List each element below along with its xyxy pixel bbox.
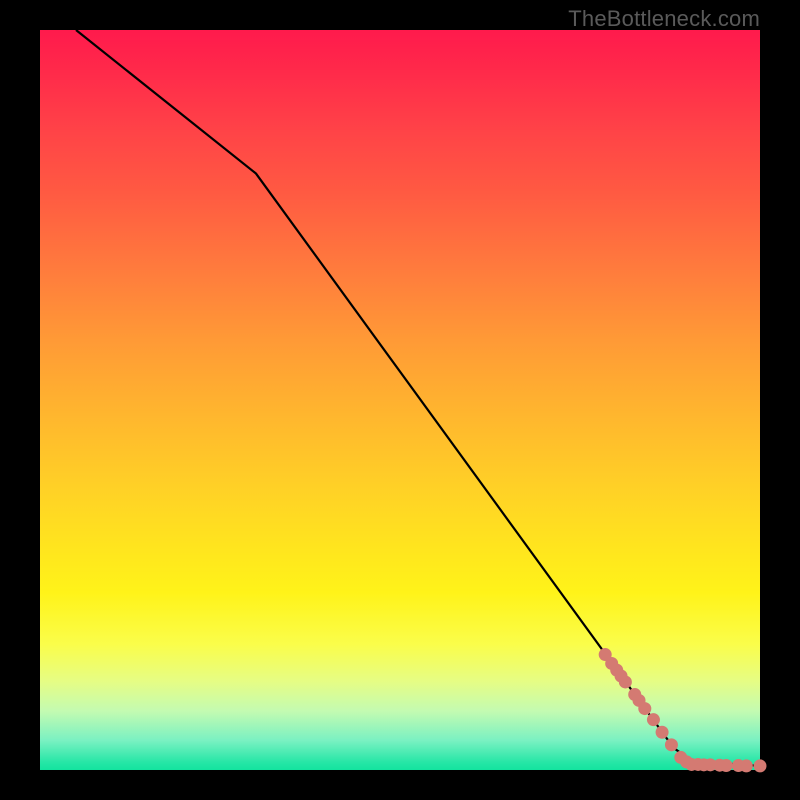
watermark-text: TheBottleneck.com xyxy=(568,6,760,32)
data-point xyxy=(665,738,678,751)
main-curve xyxy=(76,30,760,766)
data-point xyxy=(619,675,632,688)
data-point xyxy=(754,759,767,772)
chart-overlay xyxy=(40,30,760,770)
data-point xyxy=(720,759,733,772)
data-point xyxy=(638,702,651,715)
chart-frame: TheBottleneck.com xyxy=(0,0,800,800)
plot-area xyxy=(40,30,760,770)
data-point xyxy=(740,759,753,772)
scatter-points xyxy=(599,648,767,772)
data-point xyxy=(656,726,669,739)
curve-line xyxy=(76,30,760,766)
data-point xyxy=(647,713,660,726)
